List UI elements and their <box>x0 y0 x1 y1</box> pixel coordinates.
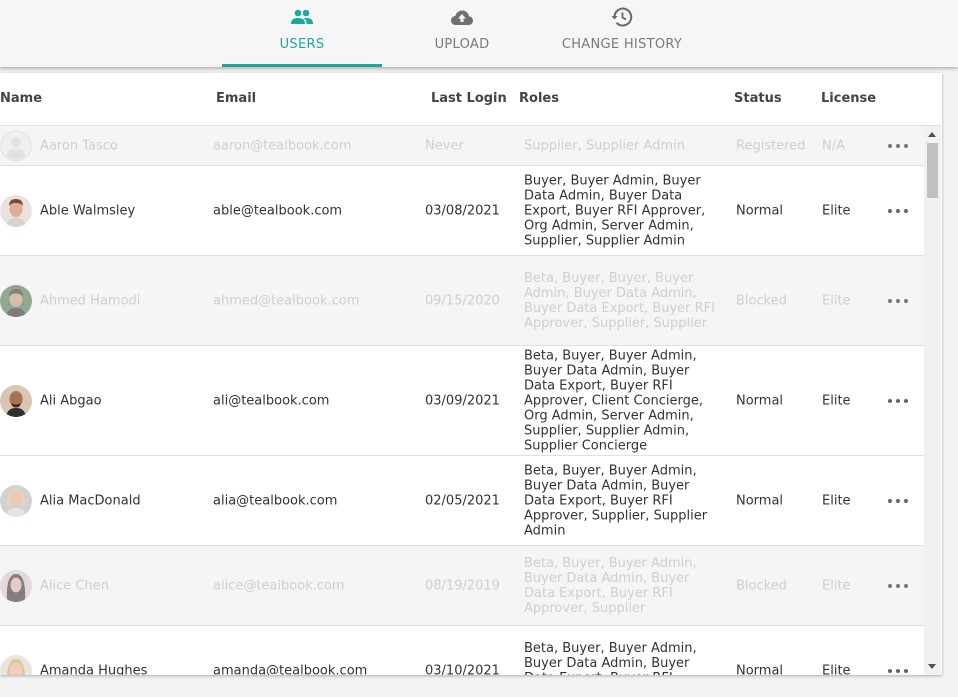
column-header-last-login[interactable]: Last Login <box>431 91 507 106</box>
user-roles: Buyer, Buyer Admin, Buyer Data Admin, Bu… <box>524 173 706 248</box>
avatar <box>0 194 32 227</box>
user-name[interactable]: Ali Abgao <box>40 393 102 408</box>
user-license: Elite <box>822 578 851 593</box>
more-options-icon[interactable] <box>888 396 908 406</box>
user-license: Elite <box>822 393 851 408</box>
avatar <box>0 654 32 675</box>
user-status: Registered <box>736 138 806 153</box>
user-last-login: 02/05/2021 <box>425 493 500 508</box>
users-admin-page: USERS UPLOAD CHANGE HISTORY Name Email L… <box>0 0 958 697</box>
user-roles: Beta, Buyer, Buyer Admin, Buyer Data Adm… <box>524 348 704 453</box>
column-header-email[interactable]: Email <box>216 91 256 106</box>
people-icon <box>290 6 314 28</box>
user-status: Normal <box>736 393 784 408</box>
table-row[interactable]: Able Walmsley able@tealbook.com 03/08/20… <box>0 166 924 256</box>
user-roles: Beta, Buyer, Buyer Admin, Buyer Data Adm… <box>524 555 697 616</box>
avatar <box>0 484 32 517</box>
user-name[interactable]: Aaron Tasco <box>40 138 118 153</box>
scroll-down-arrow-icon[interactable] <box>928 664 936 669</box>
user-status: Normal <box>736 663 784 675</box>
user-license: Elite <box>822 493 851 508</box>
more-options-icon[interactable] <box>888 141 908 151</box>
table-row[interactable]: Ali Abgao ali@tealbook.com 03/09/2021 Be… <box>0 346 924 456</box>
column-header-name[interactable]: Name <box>0 91 42 106</box>
more-options-icon[interactable] <box>888 206 908 216</box>
cloud-upload-icon <box>450 6 474 28</box>
tab-upload[interactable]: UPLOAD <box>382 0 542 67</box>
user-email: amanda@tealbook.com <box>213 663 368 675</box>
tab-users-label: USERS <box>279 37 325 52</box>
table-row[interactable]: Amanda Hughes amanda@tealbook.com 03/10/… <box>0 626 924 675</box>
user-name[interactable]: Alice Chen <box>40 578 109 593</box>
user-license: Elite <box>822 203 851 218</box>
user-license: Elite <box>822 663 851 675</box>
user-last-login: 03/10/2021 <box>425 663 500 675</box>
column-header-roles[interactable]: Roles <box>519 91 559 106</box>
user-status: Normal <box>736 203 784 218</box>
more-options-icon[interactable] <box>888 666 908 676</box>
user-status: Blocked <box>736 293 787 308</box>
table-row[interactable]: Alice Chen alice@tealbook.com 08/19/2019… <box>0 546 924 626</box>
user-last-login: 08/19/2019 <box>425 578 500 593</box>
scroll-up-arrow-icon[interactable] <box>928 132 936 137</box>
user-last-login: Never <box>425 138 464 153</box>
user-roles: Beta, Buyer, Buyer Admin, Buyer Data Adm… <box>524 463 708 538</box>
avatar <box>0 284 32 317</box>
tab-upload-underline <box>382 64 542 67</box>
user-license: Elite <box>822 293 851 308</box>
table-row[interactable]: Alia MacDonald alia@tealbook.com 02/05/2… <box>0 456 924 546</box>
user-last-login: 09/15/2020 <box>425 293 500 308</box>
user-name[interactable]: Ahmed Hamodi <box>40 293 140 308</box>
user-license: N/A <box>822 138 845 153</box>
table-row[interactable]: Aaron Tasco aaron@tealbook.com Never Sup… <box>0 126 924 166</box>
table-body: Aaron Tasco aaron@tealbook.com Never Sup… <box>0 126 924 675</box>
user-name[interactable]: Amanda Hughes <box>40 663 147 675</box>
avatar <box>0 384 32 417</box>
more-options-icon[interactable] <box>888 581 908 591</box>
user-email: able@tealbook.com <box>213 203 343 218</box>
user-status: Normal <box>736 493 784 508</box>
table-row[interactable]: Ahmed Hamodi ahmed@tealbook.com 09/15/20… <box>0 256 924 346</box>
user-roles: Beta, Buyer, Buyer, Buyer Admin, Buyer D… <box>524 270 715 331</box>
user-name[interactable]: Alia MacDonald <box>40 493 141 508</box>
column-header-status[interactable]: Status <box>734 91 782 106</box>
tab-users[interactable]: USERS <box>222 0 382 67</box>
user-email: ali@tealbook.com <box>213 393 330 408</box>
more-options-icon[interactable] <box>888 496 908 506</box>
tab-change-history-label: CHANGE HISTORY <box>561 37 683 52</box>
tab-upload-label: UPLOAD <box>434 37 490 52</box>
vertical-scrollbar[interactable] <box>924 126 941 675</box>
user-status: Blocked <box>736 578 787 593</box>
column-header-license[interactable]: License <box>821 91 876 106</box>
table-header: Name Email Last Login Roles Status Licen… <box>0 73 942 126</box>
tab-bar: USERS UPLOAD CHANGE HISTORY <box>0 0 958 67</box>
user-name[interactable]: Able Walmsley <box>40 203 135 218</box>
user-last-login: 03/09/2021 <box>425 393 500 408</box>
tab-change-history[interactable]: CHANGE HISTORY <box>542 0 702 67</box>
tab-history-underline <box>542 64 702 67</box>
active-tab-indicator <box>222 64 382 67</box>
user-last-login: 03/08/2021 <box>425 203 500 218</box>
users-table: Name Email Last Login Roles Status Licen… <box>0 73 942 675</box>
user-roles: Beta, Buyer, Buyer Admin, Buyer Data Adm… <box>524 640 697 676</box>
user-email: ahmed@tealbook.com <box>213 293 360 308</box>
avatar <box>0 569 32 602</box>
user-roles: Supplier, Supplier Admin <box>524 138 685 153</box>
user-email: aaron@tealbook.com <box>213 138 352 153</box>
history-icon <box>611 6 633 28</box>
user-email: alice@tealbook.com <box>213 578 345 593</box>
default-avatar-icon <box>0 129 32 162</box>
scrollbar-thumb[interactable] <box>927 143 938 198</box>
user-email: alia@tealbook.com <box>213 493 338 508</box>
more-options-icon[interactable] <box>888 296 908 306</box>
